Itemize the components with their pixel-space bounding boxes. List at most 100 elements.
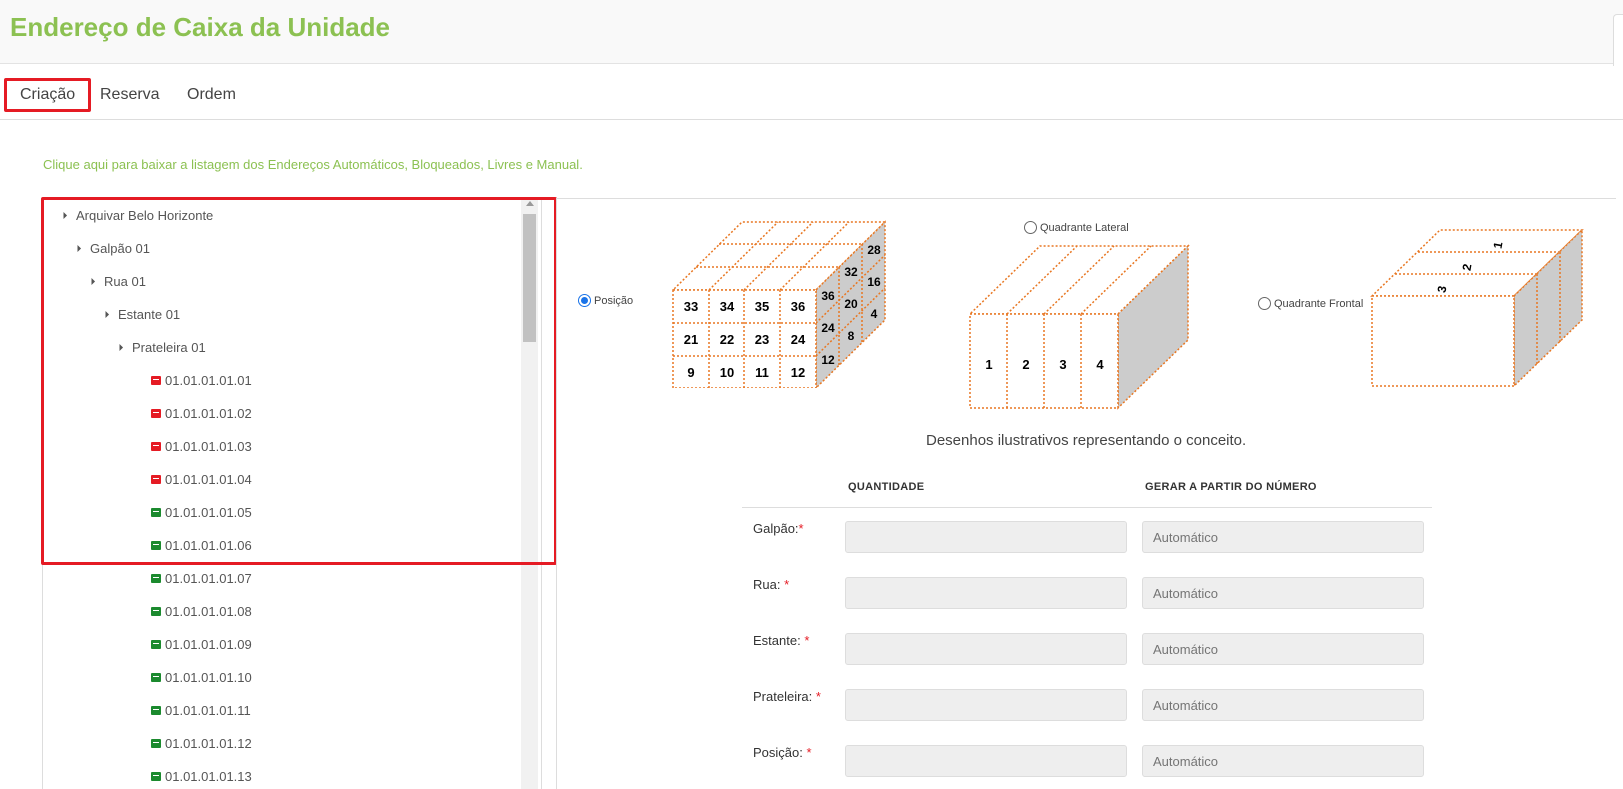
rua-quantity-input[interactable] xyxy=(845,577,1127,609)
box-free-icon xyxy=(151,672,161,682)
cube-front-label: 9 xyxy=(687,365,694,380)
cube-front-label: 35 xyxy=(755,299,769,314)
tree-node-label: 01.01.01.01.02 xyxy=(165,405,252,421)
tree-node-estante[interactable]: Estante 01 xyxy=(101,298,181,330)
header-side-control[interactable] xyxy=(1613,14,1623,66)
label-rua: Rua: * xyxy=(753,577,790,592)
tab-bar: Criação Reserva Ordem xyxy=(0,64,1623,120)
cube-side-label: 16 xyxy=(867,275,881,289)
rua-start-input[interactable] xyxy=(1142,577,1424,609)
header-divider xyxy=(742,507,1432,508)
cube-side-label: 8 xyxy=(848,329,855,343)
box-free-icon xyxy=(151,573,161,583)
radio-posicao[interactable] xyxy=(578,294,591,307)
tree-node-label: 01.01.01.01.05 xyxy=(165,504,252,520)
tree-node-box[interactable]: 01.01.01.01.07 xyxy=(151,562,252,594)
tree-node-box[interactable]: 01.01.01.01.13 xyxy=(151,760,252,789)
address-tree: Arquivar Belo Horizonte Galpão 01 Rua 01… xyxy=(42,198,542,789)
estante-quantity-input[interactable] xyxy=(845,633,1127,665)
position-cube-illustration: 33 34 35 36 21 22 23 24 9 10 11 12 28 32… xyxy=(671,220,887,388)
cube-front-label: 33 xyxy=(684,299,698,314)
expanded-triangle-icon[interactable] xyxy=(73,244,82,252)
frontal-quadrant-illustration: 1 2 3 xyxy=(1370,228,1584,388)
box-free-icon xyxy=(151,705,161,715)
cube-side-label: 4 xyxy=(871,307,878,321)
cube-front-label: 34 xyxy=(720,299,735,314)
box-free-icon xyxy=(151,771,161,781)
cube-front-label: 11 xyxy=(755,365,769,380)
option-quadrante-frontal[interactable]: Quadrante Frontal xyxy=(1258,297,1363,310)
cube-side-label: 28 xyxy=(867,243,881,257)
cube-front-label: 12 xyxy=(791,365,805,380)
cube-front-label: 10 xyxy=(720,365,734,380)
tree-node-rua[interactable]: Rua 01 xyxy=(87,265,146,297)
cube-side-label: 24 xyxy=(821,321,835,335)
tree-node-label: Rua 01 xyxy=(104,273,146,289)
tree-node-box[interactable]: 01.01.01.01.06 xyxy=(151,529,252,561)
option-label: Quadrante Frontal xyxy=(1274,297,1364,310)
tree-node-box[interactable]: 01.01.01.01.02 xyxy=(151,397,252,429)
tree-node-label: Arquivar Belo Horizonte xyxy=(76,207,214,223)
tree-node-label: 01.01.01.01.08 xyxy=(165,603,252,619)
tab-ordem[interactable]: Ordem xyxy=(175,78,248,112)
tree-node-box[interactable]: 01.01.01.01.08 xyxy=(151,595,252,627)
tree-node-galpao[interactable]: Galpão 01 xyxy=(73,232,150,264)
lateral-label: 4 xyxy=(1096,357,1104,372)
lateral-label: 2 xyxy=(1022,357,1029,372)
expanded-triangle-icon[interactable] xyxy=(59,211,68,219)
option-posicao[interactable]: Posição xyxy=(578,294,633,307)
box-free-icon xyxy=(151,606,161,616)
tree-node-box[interactable]: 01.01.01.01.12 xyxy=(151,727,252,759)
tree-node-box[interactable]: 01.01.01.01.09 xyxy=(151,628,252,660)
tree-scrollbar-thumb[interactable] xyxy=(523,214,536,342)
prateleira-quantity-input[interactable] xyxy=(845,689,1127,721)
cube-front-label: 24 xyxy=(791,332,806,347)
tab-reserva[interactable]: Reserva xyxy=(88,78,172,112)
posicao-quantity-input[interactable] xyxy=(845,745,1127,777)
tree-node-label: 01.01.01.01.06 xyxy=(165,537,252,553)
tree-node-label: 01.01.01.01.12 xyxy=(165,735,252,751)
tree-node-box[interactable]: 01.01.01.01.10 xyxy=(151,661,252,693)
cube-side-label: 36 xyxy=(821,289,835,303)
tree-node-box[interactable]: 01.01.01.01.03 xyxy=(151,430,252,462)
tree-node-prateleira[interactable]: Prateleira 01 xyxy=(115,331,206,363)
tree-node-box[interactable]: 01.01.01.01.01 xyxy=(151,364,252,396)
page-title: Endereço de Caixa da Unidade xyxy=(10,12,391,42)
cube-side-label: 20 xyxy=(844,297,858,311)
tree-node-label: 01.01.01.01.04 xyxy=(165,471,252,487)
label-estante: Estante: * xyxy=(753,633,810,648)
estante-start-input[interactable] xyxy=(1142,633,1424,665)
box-blocked-icon xyxy=(151,441,161,451)
tree-node-label: 01.01.01.01.03 xyxy=(165,438,252,454)
option-quadrante-lateral[interactable]: Quadrante Lateral xyxy=(1024,221,1129,234)
box-free-icon xyxy=(151,738,161,748)
tree-node-box[interactable]: 01.01.01.01.11 xyxy=(151,694,251,726)
radio-quadrante-frontal[interactable] xyxy=(1258,297,1271,310)
scroll-up-arrow-icon[interactable] xyxy=(526,201,534,206)
tree-node-label: 01.01.01.01.07 xyxy=(165,570,252,586)
expanded-triangle-icon[interactable] xyxy=(115,343,124,351)
tree-node-box[interactable]: 01.01.01.01.05 xyxy=(151,496,252,528)
prateleira-start-input[interactable] xyxy=(1142,689,1424,721)
tab-criacao[interactable]: Criação xyxy=(4,78,92,112)
cube-front-label: 23 xyxy=(755,332,769,347)
expanded-triangle-icon[interactable] xyxy=(87,277,96,285)
box-free-icon xyxy=(151,507,161,517)
cube-front-label: 21 xyxy=(684,332,698,347)
expanded-triangle-icon[interactable] xyxy=(101,310,110,318)
tree-node-label: Galpão 01 xyxy=(90,240,150,256)
cube-front-label: 36 xyxy=(791,299,805,314)
posicao-start-input[interactable] xyxy=(1142,745,1424,777)
column-header-start-number: GERAR A PARTIR DO NÚMERO xyxy=(1145,481,1317,493)
cube-front-label: 22 xyxy=(720,332,734,347)
tree-node-box[interactable]: 01.01.01.01.04 xyxy=(151,463,252,495)
galpao-quantity-input[interactable] xyxy=(845,521,1127,553)
option-label: Quadrante Lateral xyxy=(1040,221,1129,234)
tree-node-label: Estante 01 xyxy=(118,306,181,322)
tree-node-label: Prateleira 01 xyxy=(132,339,206,355)
download-listing-link[interactable]: Clique aqui para baixar a listagem dos E… xyxy=(43,157,583,172)
radio-quadrante-lateral[interactable] xyxy=(1024,221,1037,234)
label-prateleira: Prateleira: * xyxy=(753,689,821,704)
galpao-start-input[interactable] xyxy=(1142,521,1424,553)
tree-node-unit[interactable]: Arquivar Belo Horizonte xyxy=(59,199,214,231)
